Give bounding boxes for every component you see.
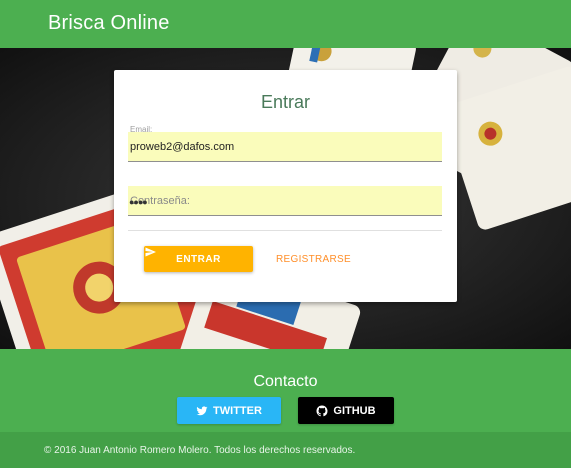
copyright-text: © 2016 Juan Antonio Romero Molero. Todos… bbox=[44, 445, 356, 456]
twitter-label: TWITTER bbox=[213, 404, 262, 417]
password-field[interactable] bbox=[128, 186, 442, 216]
footer: © 2016 Juan Antonio Romero Molero. Todos… bbox=[0, 432, 571, 468]
twitter-icon bbox=[196, 405, 208, 415]
card-divider bbox=[128, 230, 442, 231]
twitter-button[interactable]: TWITTER bbox=[177, 397, 281, 424]
github-label: GITHUB bbox=[333, 404, 376, 417]
register-button[interactable]: REGISTRARSE bbox=[276, 246, 351, 272]
top-navbar: Brisca Online bbox=[0, 0, 571, 48]
contact-section: Contacto TWITTER GITHUB bbox=[0, 349, 571, 432]
login-title: Entrar bbox=[260, 92, 311, 112]
login-card: Entrar Email: ●●●● ENTRAR REGISTRARSE bbox=[114, 70, 457, 302]
github-button[interactable]: GITHUB bbox=[298, 397, 394, 424]
send-icon bbox=[145, 247, 156, 257]
enter-button-label: ENTRAR bbox=[176, 253, 221, 265]
enter-button[interactable]: ENTRAR bbox=[144, 246, 253, 272]
brand-title[interactable]: Brisca Online bbox=[48, 12, 170, 35]
hero-background: Entrar Email: ●●●● ENTRAR REGISTRARSE bbox=[0, 48, 571, 349]
github-icon bbox=[316, 405, 328, 416]
contact-title: Contacto bbox=[253, 373, 318, 390]
email-field[interactable] bbox=[128, 132, 442, 162]
